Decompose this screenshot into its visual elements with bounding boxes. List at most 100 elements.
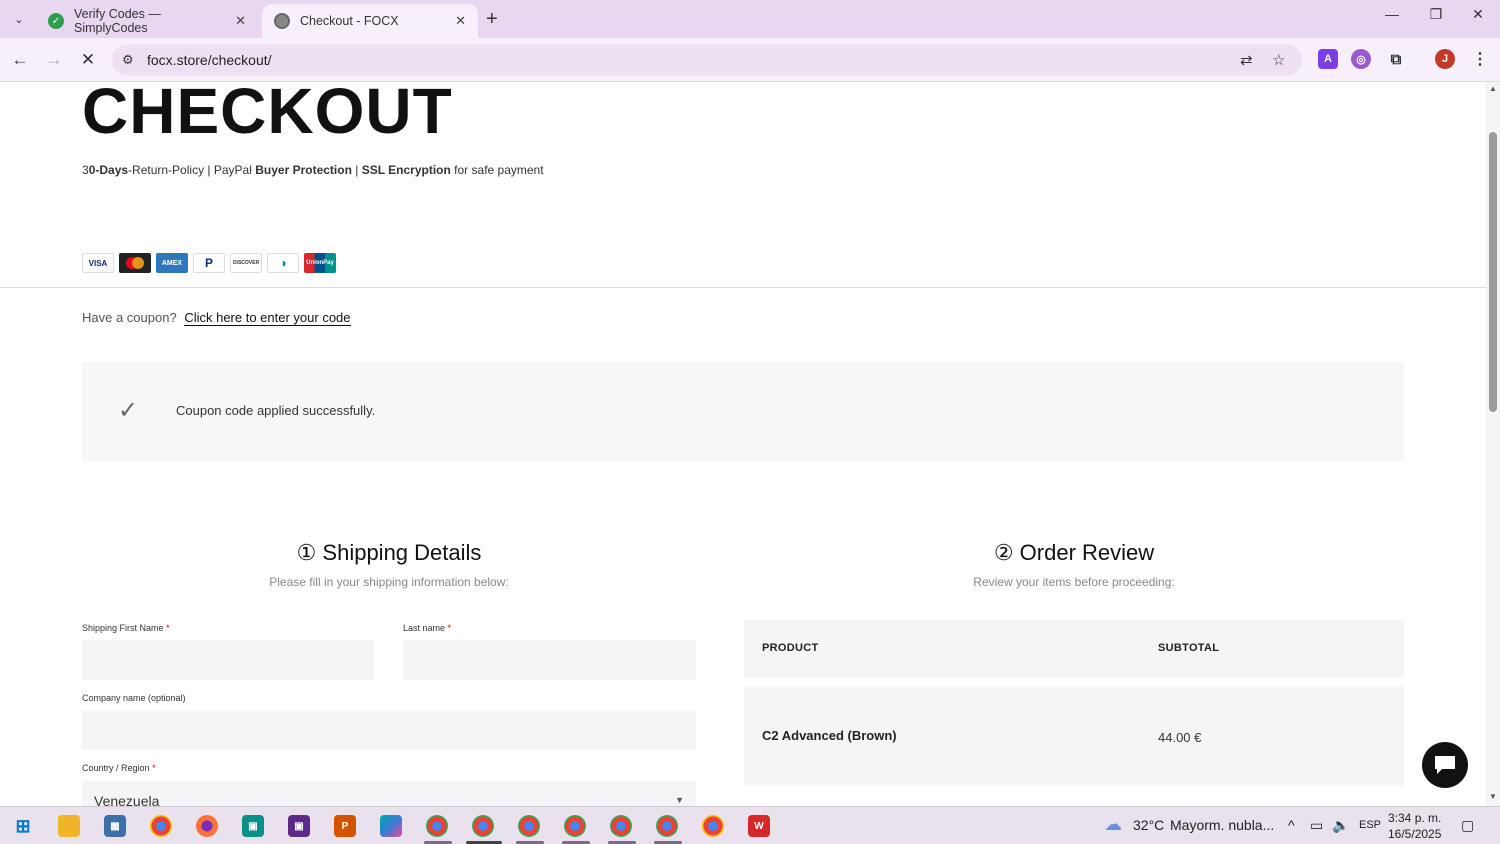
order-review-title: ② Order Review (993, 540, 1155, 565)
tab-title: Checkout - FOCX (300, 14, 399, 28)
chrome-profile-m2-icon[interactable] (564, 815, 586, 837)
checkout-page: CHECKOUT 30-Days-Return-Policy | PayPal … (0, 82, 1486, 806)
chrome-profile-m3-icon[interactable] (610, 815, 632, 837)
bookmark-star-icon[interactable]: ☆ (1272, 51, 1285, 69)
divider (0, 287, 1486, 288)
close-tab-icon[interactable]: ✕ (455, 13, 466, 29)
product-column-header: PRODUCT (762, 642, 819, 654)
trust-safe-payment: for safe payment (450, 163, 544, 177)
clock-date: 16/5/2025 (1388, 827, 1442, 841)
address-bar[interactable]: ⚙ focx.store/checkout/ ⇄ ☆ (112, 44, 1302, 76)
discover-card-icon: DISCOVER (230, 253, 262, 273)
file-explorer-icon[interactable] (58, 815, 80, 837)
chrome-profile-m-icon[interactable] (518, 815, 540, 837)
checkmark-icon: ✓ (118, 397, 139, 424)
calculator-icon[interactable]: ▦ (104, 815, 126, 837)
scroll-up-arrow-icon[interactable]: ▲ (1489, 84, 1497, 93)
country-select[interactable]: Venezuela ▼ (82, 781, 696, 806)
powerpoint-icon[interactable]: P (334, 815, 356, 837)
restore-window-icon[interactable]: ❐ (1424, 6, 1448, 23)
tab-search-chevron-icon[interactable]: ⌄ (8, 8, 30, 30)
site-info-icon[interactable]: ⚙ (122, 52, 134, 68)
unionpay-card-icon: UnionPay (304, 253, 336, 273)
visa-card-icon: VISA (82, 253, 114, 273)
browser-menu-icon[interactable]: ⋮ (1470, 49, 1490, 69)
close-tab-icon[interactable]: ✕ (235, 13, 246, 29)
start-windows-icon[interactable]: ⊞ (12, 815, 34, 837)
shipping-details-title: ① Shipping Details (296, 540, 482, 565)
app-teal-icon[interactable]: ▣ (242, 815, 264, 837)
mastercard-card-icon (119, 253, 151, 273)
chrome-icon[interactable] (150, 815, 172, 837)
app-purple-icon[interactable]: ▣ (288, 815, 310, 837)
last-name-field[interactable] (403, 640, 696, 680)
diners-card-icon: ◑ (267, 253, 299, 273)
chrome-profile-icon[interactable] (426, 815, 448, 837)
show-hidden-icons-chevron-icon[interactable]: ^ (1288, 817, 1295, 833)
extension-a-icon[interactable]: A (1318, 49, 1338, 69)
trust-line: 30-Days-Return-Policy | PayPal Buyer Pro… (82, 163, 544, 177)
extension-purple-icon[interactable]: ◎ (1351, 49, 1371, 69)
trust-separator: | (351, 163, 362, 177)
trust-return-policy: -Return-Policy | PayPal (128, 163, 256, 177)
subtotal-column-header: SUBTOTAL (1158, 642, 1220, 654)
profile-avatar[interactable]: J (1435, 49, 1455, 69)
order-table-header: PRODUCT SUBTOTAL (744, 620, 1404, 678)
required-mark: * (447, 623, 452, 633)
minimize-window-icon[interactable]: — (1380, 6, 1404, 22)
browser-toolbar: ← → ✕ ⚙ focx.store/checkout/ ⇄ ☆ A ◎ ⧉ J… (0, 38, 1500, 82)
weather-temp[interactable]: 32°C (1133, 817, 1164, 833)
language-indicator[interactable]: ESP (1359, 819, 1381, 831)
volume-icon[interactable]: 🔈 (1332, 817, 1349, 834)
page-title: CHECKOUT (82, 82, 453, 147)
back-arrow-icon[interactable]: ← (8, 48, 32, 72)
first-name-label-text: Shipping First Name (82, 623, 164, 633)
weather-description[interactable]: Mayorm. nubla... (1170, 817, 1274, 833)
system-clock[interactable]: 3:34 p. m. 16/5/2025 (1388, 810, 1441, 842)
first-name-field[interactable] (82, 640, 374, 680)
copilot-icon[interactable] (380, 815, 402, 837)
product-subtotal: 44.00 € (1158, 730, 1202, 745)
clock-time: 3:34 p. m. (1388, 811, 1442, 825)
trust-days: 0-Days (88, 163, 129, 177)
scrollbar-thumb[interactable] (1489, 132, 1497, 412)
translate-icon[interactable]: ⇄ (1240, 51, 1253, 69)
trust-buyer-protection: Buyer Protection (255, 163, 352, 177)
last-name-label: Last name * (403, 623, 451, 633)
chrome-profile-p-icon[interactable] (656, 815, 678, 837)
coupon-success-notice: ✓ Coupon code applied successfully. (82, 362, 1404, 461)
chat-bubble-button[interactable] (1422, 742, 1468, 788)
notice-message: Coupon code applied successfully. (176, 403, 376, 418)
scroll-down-arrow-icon[interactable]: ▼ (1489, 792, 1497, 801)
last-name-label-text: Last name (403, 623, 446, 633)
wps-office-icon[interactable]: W (748, 815, 770, 837)
required-mark: * (152, 763, 156, 773)
coupon-question: Have a coupon? (82, 310, 177, 325)
company-field[interactable] (82, 710, 696, 750)
enter-coupon-link[interactable]: Click here to enter your code (184, 310, 351, 326)
payment-cards: VISA AMEX P DISCOVER ◑ UnionPay (82, 253, 336, 273)
stop-loading-icon[interactable]: ✕ (76, 48, 100, 72)
product-name: C2 Advanced (Brown) (762, 728, 897, 743)
chrome-alt-icon[interactable] (702, 815, 724, 837)
coupon-prompt: Have a coupon? Click here to enter your … (82, 310, 351, 326)
trust-prefix: 3 (82, 163, 89, 177)
firefox-icon[interactable] (196, 815, 218, 837)
first-name-label: Shipping First Name * (82, 623, 170, 633)
tab-simplycodes[interactable]: ✓ Verify Codes — SimplyCodes ✕ (36, 4, 258, 38)
extensions-puzzle-icon[interactable]: ⧉ (1386, 49, 1406, 69)
forward-arrow-icon[interactable]: → (42, 48, 66, 72)
shipping-details-subtitle: Please fill in your shipping information… (269, 575, 509, 589)
browser-tab-bar: ⌄ ✓ Verify Codes — SimplyCodes ✕ Checkou… (0, 0, 1500, 38)
network-icon[interactable]: ▭ (1310, 817, 1323, 834)
weather-cloud-icon[interactable]: ☁ (1104, 814, 1122, 835)
close-window-icon[interactable]: ✕ (1466, 6, 1490, 23)
chrome-profile-j-icon[interactable] (472, 815, 494, 837)
dropdown-arrow-icon: ▼ (675, 795, 684, 805)
new-tab-plus-icon[interactable]: + (486, 8, 498, 30)
company-label: Company name (optional) (82, 693, 186, 703)
page-scrollbar[interactable]: ▲ ▼ (1486, 82, 1500, 806)
tab-focx-checkout[interactable]: Checkout - FOCX ✕ (262, 4, 478, 38)
url-text[interactable]: focx.store/checkout/ (147, 52, 272, 68)
notifications-icon[interactable]: ▢ (1461, 817, 1474, 834)
